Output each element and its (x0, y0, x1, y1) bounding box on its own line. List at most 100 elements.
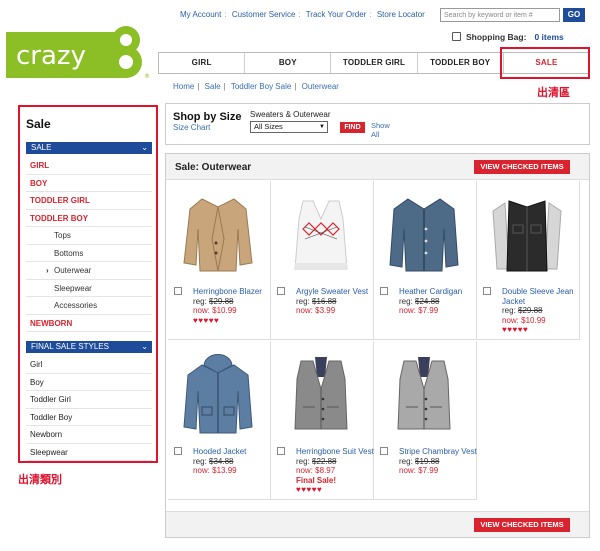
grid-title: Sale: Outerwear (175, 162, 252, 173)
product-info: Double Sleeve Jean Jacket reg: $29.88 no… (502, 287, 580, 335)
nav-tab-toddler-boy[interactable]: TODDLER BOY (418, 53, 504, 73)
shop-by-size-title: Shop by Size (173, 111, 242, 123)
find-button[interactable]: FIND (340, 122, 365, 133)
sidebar-item-tops[interactable]: Tops (26, 227, 152, 245)
sidebar-item-toddler-girl[interactable]: TODDLER GIRL (26, 192, 152, 210)
product-image[interactable] (384, 189, 464, 277)
sidebar-item-newborn[interactable]: NEWBORN (26, 315, 152, 332)
view-checked-items-button-bottom[interactable]: VIEW CHECKED ITEMS (474, 518, 570, 532)
product-checkbox[interactable] (380, 447, 388, 455)
final-sale-item-newborn[interactable]: Newborn (26, 426, 152, 444)
nav-tab-toddler-girl[interactable]: TODDLER GIRL (331, 53, 418, 73)
product-image[interactable] (281, 189, 361, 277)
svg-text:crazy: crazy (16, 41, 86, 71)
breadcrumb-toddler-boy-sale[interactable]: Toddler Boy Sale (231, 82, 291, 91)
category-annotation: 出清類別 (18, 474, 62, 486)
product-now-price: now: $3.99 (296, 306, 336, 315)
reg-label: reg: (399, 456, 416, 466)
reg-price-value: $24.88 (415, 296, 440, 306)
breadcrumb-outerwear[interactable]: Outerwear (302, 82, 339, 91)
product-checkbox[interactable] (174, 447, 182, 455)
product-name-link[interactable]: Argyle Sweater Vest (296, 287, 374, 297)
product-name-link[interactable]: Herringbone Blazer (193, 287, 271, 297)
sidebar-item-outerwear[interactable]: Outerwear (26, 262, 152, 280)
product-now-price: now: $10.99 (193, 306, 237, 315)
chevron-down-icon: ⌄ (141, 342, 148, 351)
track-order-link[interactable]: Track Your Order (306, 10, 367, 19)
final-sale-badge: Final Sale! (296, 475, 337, 485)
product-image[interactable] (178, 349, 258, 437)
product-name-link[interactable]: Hooded Jacket (193, 447, 271, 457)
reg-label: reg: (193, 456, 210, 466)
sale-section-header[interactable]: SALE ⌄ (26, 142, 152, 154)
sidebar-item-toddler-boy[interactable]: TODDLER BOY (26, 210, 152, 227)
sidebar-item-boy[interactable]: BOY (26, 175, 152, 192)
shopping-bag[interactable]: Shopping Bag: 0 items (452, 32, 564, 42)
final-sale-item-girl[interactable]: Girl (26, 356, 152, 374)
reg-label: reg: (399, 296, 416, 306)
show-all-link[interactable]: Show All (371, 121, 393, 139)
product-card[interactable]: Double Sleeve Jean Jacket reg: $29.88 no… (477, 181, 580, 340)
search-input[interactable]: Search by keyword or item # (440, 8, 560, 22)
sidebar-item-girl[interactable]: GIRL (26, 157, 152, 175)
final-sale-item-boy[interactable]: Boy (26, 374, 152, 391)
bag-items-count[interactable]: 0 items (534, 32, 563, 42)
reg-label: reg: (296, 456, 313, 466)
sale-highlight-box (500, 47, 590, 79)
bag-label: Shopping Bag: (466, 32, 527, 42)
product-image[interactable] (281, 349, 361, 437)
nav-tab-girl[interactable]: GIRL (159, 53, 246, 73)
product-info: Herringbone Blazer reg: $29.88 now: $10.… (193, 287, 271, 325)
rating-hearts: ♥♥♥♥♥ (296, 485, 323, 494)
sidebar-item-bottoms[interactable]: Bottoms (26, 245, 152, 262)
sidebar-title: Sale (26, 117, 51, 131)
product-card[interactable]: Stripe Chambray Vest reg: $19.88 now: $7… (374, 341, 477, 500)
sidebar-item-accessories[interactable]: Accessories (26, 297, 152, 315)
reg-price-value: $22.88 (312, 456, 337, 466)
size-chart-link[interactable]: Size Chart (173, 123, 210, 132)
product-now-price: now: $7.99 (399, 466, 439, 475)
product-image[interactable] (487, 189, 567, 277)
product-card[interactable]: Herringbone Blazer reg: $29.88 now: $10.… (168, 181, 271, 340)
final-sale-list: Girl Boy Toddler Girl Toddler Boy Newborn Sle… (26, 356, 152, 461)
reg-label: reg: (502, 306, 519, 315)
final-sale-item-sleepwear[interactable]: Sleepwear (26, 444, 152, 461)
view-checked-items-button[interactable]: VIEW CHECKED ITEMS (474, 160, 570, 174)
product-checkbox[interactable] (174, 287, 182, 295)
reg-label: reg: (296, 296, 313, 306)
store-locator-link[interactable]: Store Locator (377, 10, 425, 19)
product-card[interactable]: Hooded Jacket reg: $34.88 now: $13.99 (168, 341, 271, 500)
product-card[interactable]: Herringbone Suit Vest reg: $22.88 now: $… (271, 341, 374, 500)
breadcrumb-home[interactable]: Home (173, 82, 194, 91)
crazy8-logo[interactable]: crazy ® (6, 20, 154, 80)
product-info: Herringbone Suit Vest reg: $22.88 now: $… (296, 447, 374, 495)
product-name-link[interactable]: Double Sleeve Jean Jacket (502, 287, 580, 306)
go-button[interactable]: GO (563, 8, 585, 22)
my-account-link[interactable]: My Account (180, 10, 221, 19)
product-checkbox[interactable] (277, 287, 285, 295)
final-sale-item-toddler-boy[interactable]: Toddler Boy (26, 409, 152, 426)
product-name-link[interactable]: Stripe Chambray Vest (399, 447, 477, 457)
size-select[interactable]: All Sizes ▼ (250, 121, 328, 133)
product-checkbox[interactable] (380, 287, 388, 295)
breadcrumb: Home | Sale | Toddler Boy Sale | Outerwear (173, 82, 339, 91)
product-checkbox[interactable] (483, 287, 491, 295)
product-image[interactable] (178, 189, 258, 277)
sale-area-annotation: 出清區 (537, 87, 570, 99)
product-name-link[interactable]: Heather Cardigan (399, 287, 477, 297)
final-sale-item-toddler-girl[interactable]: Toddler Girl (26, 391, 152, 409)
reg-price-value: $29.88 (209, 296, 234, 306)
final-sale-section-header[interactable]: FINAL SALE STYLES ⌄ (26, 341, 152, 353)
nav-tab-boy[interactable]: BOY (245, 53, 332, 73)
size-category-label: Sweaters & Outerwear (250, 110, 331, 119)
product-card[interactable]: Heather Cardigan reg: $24.88 now: $7.99 (374, 181, 477, 340)
product-reg-price: reg: $22.88 (296, 457, 374, 467)
product-image[interactable] (384, 349, 464, 437)
customer-service-link[interactable]: Customer Service (232, 10, 296, 19)
sidebar-item-sleepwear[interactable]: Sleepwear (26, 280, 152, 297)
breadcrumb-sale[interactable]: Sale (205, 82, 221, 91)
reg-label: reg: (193, 296, 210, 306)
product-checkbox[interactable] (277, 447, 285, 455)
product-card[interactable]: Argyle Sweater Vest reg: $16.88 now: $3.… (271, 181, 374, 340)
product-name-link[interactable]: Herringbone Suit Vest (296, 447, 374, 457)
